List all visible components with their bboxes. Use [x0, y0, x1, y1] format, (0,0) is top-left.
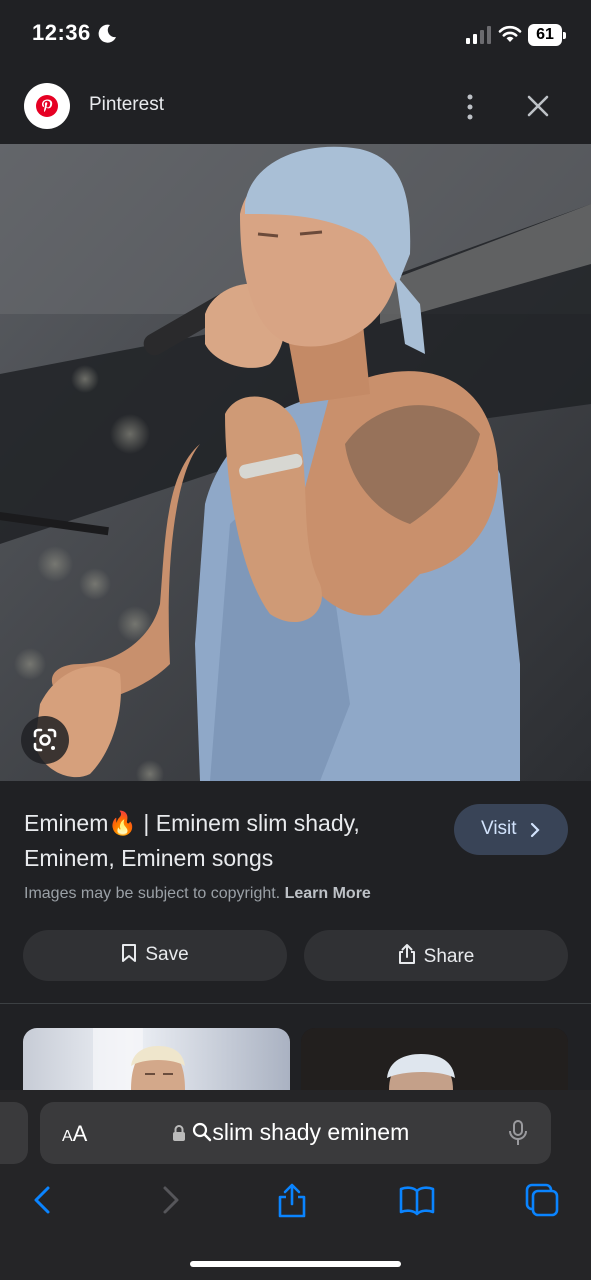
back-icon[interactable] — [26, 1182, 62, 1218]
more-vert-icon[interactable] — [458, 92, 482, 122]
chevron-right-icon — [530, 822, 540, 838]
url-display[interactable]: slim shady eminem — [172, 1119, 409, 1146]
home-indicator[interactable] — [190, 1261, 401, 1267]
learn-more-link[interactable]: Learn More — [285, 885, 371, 902]
related-image-2[interactable] — [301, 1028, 568, 1090]
visit-label: Visit — [481, 818, 517, 839]
battery-level: 61 — [536, 26, 554, 43]
visit-button[interactable]: Visit — [454, 804, 568, 855]
page-settings-button[interactable]: AA — [62, 1121, 87, 1147]
save-label: Save — [145, 944, 189, 965]
previous-tab-preview[interactable] — [0, 1102, 28, 1164]
forward-icon[interactable] — [152, 1182, 188, 1218]
google-lens-button[interactable] — [21, 716, 69, 764]
copyright-notice: Images may be subject to copyright. Lear… — [24, 885, 371, 903]
related-thumbnail-1 — [93, 1028, 185, 1090]
divider — [0, 1003, 591, 1004]
share-sheet-icon[interactable] — [274, 1182, 310, 1218]
lock-icon — [173, 1125, 185, 1141]
status-bar: 12:36 61 — [0, 0, 591, 72]
close-icon[interactable] — [524, 92, 552, 120]
lens-icon — [33, 728, 57, 752]
copyright-text: Images may be subject to copyright. — [24, 885, 281, 902]
wifi-icon — [498, 25, 522, 42]
signal-icon — [466, 26, 491, 44]
result-header: Pinterest — [0, 72, 591, 144]
result-image[interactable] — [0, 144, 591, 781]
battery-icon: 61 — [528, 24, 566, 46]
search-icon — [193, 1122, 212, 1142]
related-image-1[interactable] — [23, 1028, 290, 1090]
mic-icon[interactable] — [508, 1119, 528, 1147]
browser-toolbar: AA slim shady eminem — [0, 1090, 591, 1280]
aa-big: A — [72, 1121, 88, 1146]
performer-photo — [0, 144, 591, 781]
bookmarks-icon[interactable] — [399, 1182, 435, 1218]
share-icon — [398, 944, 415, 964]
url-query: slim shady eminem — [212, 1119, 410, 1145]
pinterest-icon — [36, 95, 58, 117]
aa-small: A — [62, 1128, 73, 1145]
pinterest-logo[interactable] — [24, 83, 70, 129]
status-time: 12:36 — [32, 20, 91, 45]
tabs-icon[interactable] — [524, 1182, 560, 1218]
address-bar[interactable]: AA slim shady eminem — [40, 1102, 551, 1164]
site-name[interactable]: Pinterest — [89, 94, 164, 116]
bookmark-icon — [122, 944, 137, 962]
moon-icon — [98, 24, 116, 43]
share-button[interactable]: Share — [304, 930, 568, 981]
result-title[interactable]: Eminem🔥 | Eminem slim shady, Eminem, Emi… — [24, 806, 424, 876]
related-thumbnail-2 — [301, 1028, 568, 1090]
save-button[interactable]: Save — [23, 930, 287, 981]
share-label: Share — [423, 946, 475, 967]
